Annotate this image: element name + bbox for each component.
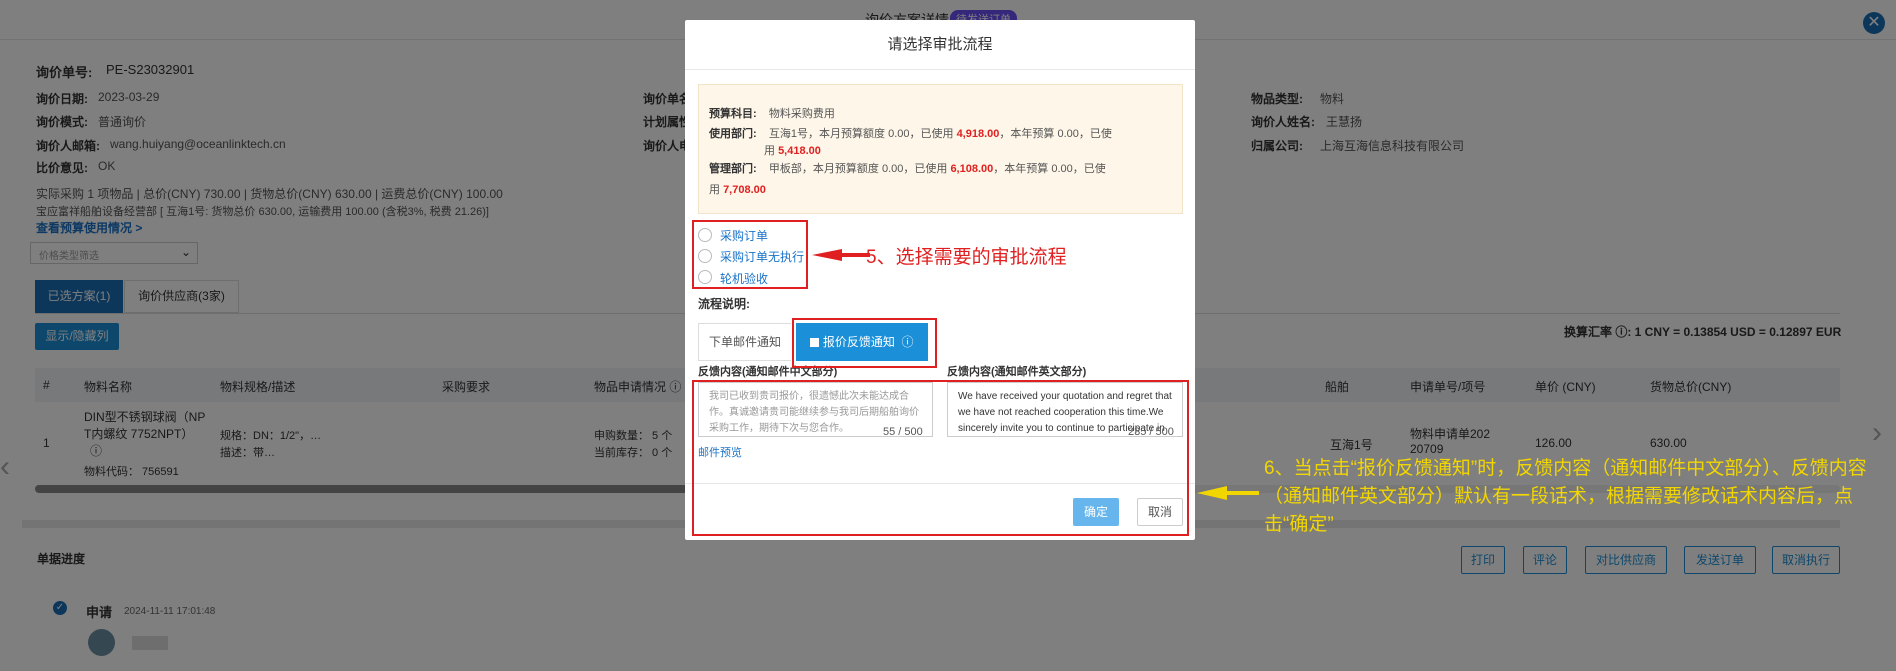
mgmt-dept-used2: 7,708.00 (723, 184, 766, 196)
tab-order-email[interactable]: 下单邮件通知 (698, 323, 791, 361)
use-dept-text3: 用 (764, 145, 775, 157)
mgmt-dept-text3: 用 (709, 184, 720, 196)
mgmt-dept-label: 管理部门: (709, 163, 757, 175)
use-dept-used: 4,918.00 (956, 128, 1000, 140)
flow-desc-label: 流程说明: (698, 297, 750, 311)
annotation-step6: 6、当点击“报价反馈通知”时，反馈内容（通知邮件中文部分）、反馈内容（通知邮件英… (1264, 458, 1867, 535)
yellow-arrow-icon (1197, 486, 1259, 500)
budget-subject-label: 预算科目: (709, 108, 757, 120)
mgmt-dept-text2: ，本年预算 0.00，已使 (993, 163, 1106, 175)
dialog-title: 请选择审批流程 (685, 20, 1195, 70)
use-dept-text: 互海1号，本月预算额度 0.00，已使用 (768, 128, 954, 140)
annotation-box-options (692, 220, 808, 289)
annotation-box-feedback-content (692, 380, 1189, 536)
budget-box: 预算科目: 物料采购费用 使用部门: 互海1号，本月预算额度 0.00，已使用 … (698, 84, 1183, 214)
use-dept-row: 使用部门: 互海1号，本月预算额度 0.00，已使用 4,918.00，本年预算… (709, 125, 1169, 141)
use-dept-used2: 5,418.00 (778, 145, 821, 157)
budget-subject-row: 预算科目: 物料采购费用 (709, 105, 835, 121)
mgmt-dept-row: 管理部门: 甲板部，本月预算额度 0.00，已使用 6,108.00，本年预算 … (709, 160, 1169, 176)
use-dept-text2: ，本年预算 0.00，已使 (999, 128, 1112, 140)
mgmt-dept-text: 甲板部，本月预算额度 0.00，已使用 (768, 163, 948, 175)
annotation-box-feedback-tab (792, 318, 937, 368)
budget-subject: 物料采购费用 (768, 108, 835, 120)
annotation-step5: 5、选择需要的审批流程 (866, 247, 1067, 268)
mgmt-dept-row2: 用 7,708.00 (709, 181, 766, 197)
use-dept-label: 使用部门: (709, 128, 757, 140)
use-dept-row2: 用 5,418.00 (764, 142, 821, 158)
mgmt-dept-used: 6,108.00 (950, 163, 994, 175)
red-arrow-icon (812, 249, 870, 261)
en-feedback-label: 反馈内容(通知邮件英文部分) (947, 366, 1087, 378)
